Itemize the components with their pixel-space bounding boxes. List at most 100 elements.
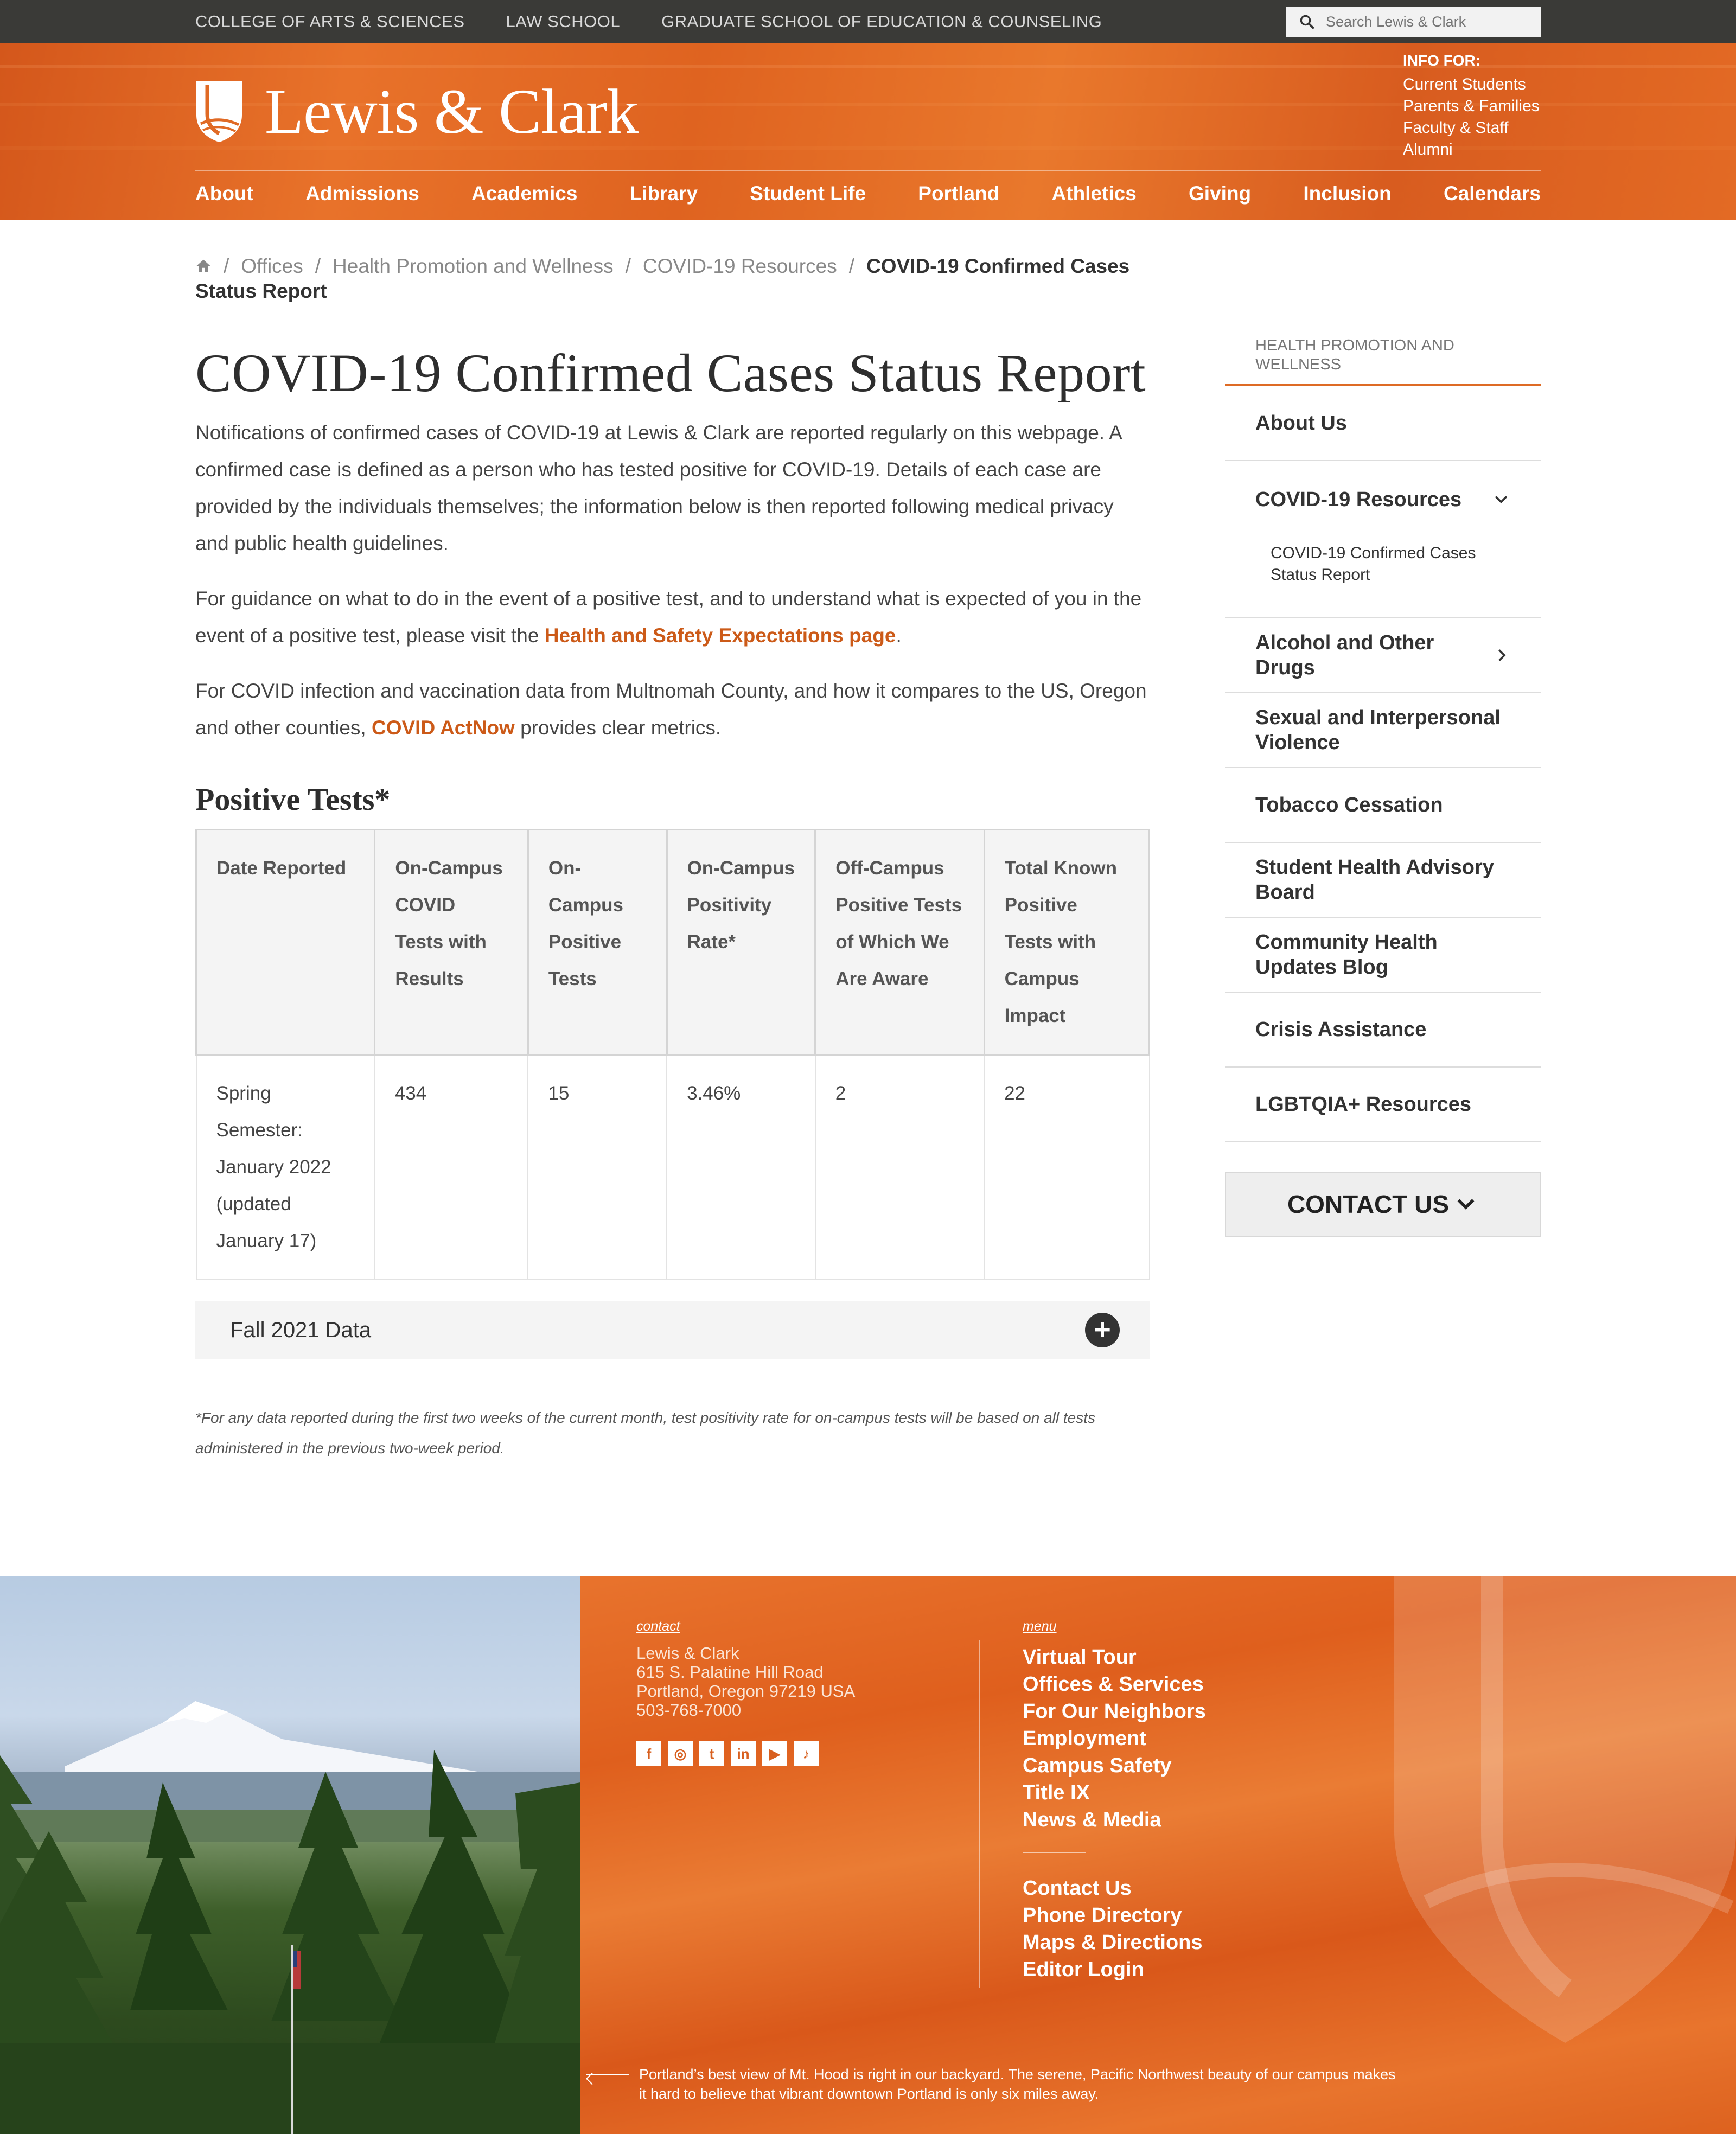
sidebar-item-advisory-board[interactable]: Student Health Advisory Board — [1225, 843, 1541, 918]
site-footer: contact Lewis & Clark 615 S. Palatine Hi… — [580, 1576, 1736, 2134]
sidebar-item-about-us[interactable]: About Us — [1225, 386, 1541, 461]
sidebar-subitem-confirmed-cases[interactable]: COVID-19 Confirmed Cases Status Report — [1255, 542, 1510, 586]
nav-calendars[interactable]: Calendars — [1444, 182, 1541, 205]
footnote: *For any data reported during the first … — [195, 1409, 1096, 1456]
positive-tests-heading: Positive Tests* — [195, 782, 391, 817]
positive-tests-table: Date Reported On-Campus COVID Tests with… — [195, 829, 1151, 1280]
mt-hood-photo — [0, 1576, 580, 2134]
cell-total-known-positive: 22 — [984, 1054, 1150, 1280]
tiktok-icon[interactable]: ♪ — [794, 1741, 819, 1766]
sidebar-item-lgbtqia-resources[interactable]: LGBTQIA+ Resources — [1225, 1068, 1541, 1142]
info-for-label: INFO FOR: — [1403, 52, 1481, 69]
nav-portland[interactable]: Portland — [918, 182, 999, 205]
footer-link-news-media[interactable]: News & Media — [1023, 1806, 1206, 1833]
info-for-faculty-staff[interactable]: Faculty & Staff — [1403, 117, 1540, 139]
sidebar-item-sexual-violence[interactable]: Sexual and Interpersonal Violence — [1225, 693, 1541, 768]
site-logo[interactable]: Lewis & Clark — [195, 75, 639, 149]
instagram-icon[interactable]: ◎ — [668, 1741, 693, 1766]
footer-link-neighbors[interactable]: For Our Neighbors — [1023, 1698, 1206, 1725]
shield-watermark-icon — [1394, 1576, 1736, 2043]
contact-us-button[interactable]: CONTACT US — [1225, 1172, 1541, 1237]
nav-library[interactable]: Library — [630, 182, 698, 205]
footer-address: Lewis & Clark 615 S. Palatine Hill Road … — [636, 1644, 855, 1720]
sidebar-item-crisis-assistance[interactable]: Crisis Assistance — [1225, 993, 1541, 1068]
site-header: Lewis & Clark INFO FOR: Current Students… — [0, 43, 1736, 220]
social-links: f ◎ t in ▶ ♪ — [636, 1741, 819, 1766]
accordion-label: Fall 2021 Data — [230, 1318, 372, 1342]
sidebar-item-label: COVID-19 Resources — [1255, 488, 1462, 511]
fall-2021-accordion[interactable]: Fall 2021 Data + — [195, 1301, 1150, 1359]
address-phone[interactable]: 503-768-7000 — [636, 1701, 855, 1720]
sidebar-item-label: Community Health Updates Blog — [1255, 931, 1438, 979]
search-input[interactable] — [1326, 13, 1521, 30]
home-icon[interactable] — [195, 258, 212, 274]
sidebar-item-label: Tobacco Cessation — [1255, 794, 1443, 816]
photo-caption: Portland’s best view of Mt. Hood is righ… — [639, 2066, 1396, 2102]
cell-on-campus-positive: 15 — [527, 1054, 668, 1280]
breadcrumb-offices[interactable]: Offices — [241, 255, 303, 277]
footer-link-virtual-tour[interactable]: Virtual Tour — [1023, 1644, 1206, 1671]
footer-link-offices-services[interactable]: Offices & Services — [1023, 1671, 1206, 1698]
footer-link-maps-directions[interactable]: Maps & Directions — [1023, 1929, 1206, 1956]
nav-about[interactable]: About — [195, 182, 253, 205]
sidebar-item-label: LGBTQIA+ Resources — [1255, 1093, 1472, 1116]
sidebar-item-community-blog[interactable]: Community Health Updates Blog — [1225, 918, 1541, 993]
covid-actnow-link[interactable]: COVID ActNow — [372, 717, 515, 739]
cell-date-reported: Spring Semester: January 2022 (updated J… — [195, 1054, 375, 1280]
nav-athletics[interactable]: Athletics — [1052, 182, 1137, 205]
footer-link-contact-us[interactable]: Contact Us — [1023, 1875, 1206, 1902]
footer-link-employment[interactable]: Employment — [1023, 1725, 1206, 1752]
breadcrumb-health-promotion[interactable]: Health Promotion and Wellness — [333, 255, 614, 277]
arrow-left-icon — [586, 2074, 629, 2075]
col-positivity-rate: On-Campus Positivity Rate* — [666, 829, 816, 1056]
col-date-reported: Date Reported — [195, 829, 376, 1056]
facebook-icon[interactable]: f — [636, 1741, 661, 1766]
info-for-parents-families[interactable]: Parents & Families — [1403, 95, 1540, 117]
footer-link-phone-directory[interactable]: Phone Directory — [1023, 1902, 1206, 1929]
info-for-alumni[interactable]: Alumni — [1403, 139, 1540, 161]
sidebar-item-label: About Us — [1255, 412, 1347, 435]
footer-link-editor-login[interactable]: Editor Login — [1023, 1956, 1206, 1983]
health-safety-link[interactable]: Health and Safety Expectations page — [545, 624, 896, 647]
logo-text: Lewis & Clark — [265, 76, 639, 147]
chevron-right-icon[interactable] — [1492, 646, 1510, 665]
nav-student-life[interactable]: Student Life — [750, 182, 866, 205]
breadcrumb: / Offices / Health Promotion and Wellness / C… — [195, 255, 1130, 302]
breadcrumb-covid-resources[interactable]: COVID-19 Resources — [643, 255, 837, 277]
footer-link-title-ix[interactable]: Title IX — [1023, 1779, 1206, 1806]
footer-divider — [979, 1640, 980, 1988]
youtube-icon[interactable]: ▶ — [762, 1741, 787, 1766]
sidebar-item-covid-resources[interactable]: COVID-19 Resources COVID-19 Confirmed Ca… — [1225, 461, 1541, 618]
plus-icon[interactable]: + — [1085, 1313, 1120, 1347]
twitter-icon[interactable]: t — [699, 1741, 724, 1766]
info-for-current-students[interactable]: Current Students — [1403, 74, 1540, 95]
sidebar-heading[interactable]: HEALTH PROMOTION AND WELLNESS — [1225, 336, 1541, 386]
col-total-known-positive: Total Known Positive Tests with Campus I… — [983, 829, 1151, 1056]
school-link-law[interactable]: LAW SCHOOL — [506, 12, 621, 31]
search-box — [1286, 7, 1541, 37]
linkedin-icon[interactable]: in — [731, 1741, 756, 1766]
chevron-down-icon[interactable] — [1492, 490, 1510, 509]
sidebar-item-label: Alcohol and Other Drugs — [1255, 631, 1434, 679]
school-link-graduate[interactable]: GRADUATE SCHOOL OF EDUCATION & COUNSELIN… — [661, 12, 1102, 31]
sidebar-item-tobacco-cessation[interactable]: Tobacco Cessation — [1225, 768, 1541, 843]
guidance-end: . — [896, 624, 902, 647]
shield-logo-icon — [196, 81, 242, 142]
address-name: Lewis & Clark — [636, 1644, 739, 1663]
footer-link-campus-safety[interactable]: Campus Safety — [1023, 1752, 1206, 1779]
school-link-arts-sciences[interactable]: COLLEGE OF ARTS & SCIENCES — [195, 12, 465, 31]
mt-hood-scene — [0, 1701, 580, 2134]
sidebar-item-label: Sexual and Interpersonal Violence — [1255, 706, 1501, 754]
address-street: 615 S. Palatine Hill Road — [636, 1663, 824, 1682]
col-on-campus-positive: On-Campus Positive Tests — [527, 829, 668, 1056]
nav-academics[interactable]: Academics — [471, 182, 577, 205]
sidebar-item-alcohol-drugs[interactable]: Alcohol and Other Drugs — [1225, 618, 1541, 693]
guidance-paragraph: For guidance on what to do in the event … — [195, 580, 1150, 654]
search-icon[interactable] — [1299, 14, 1315, 30]
county-end: provides clear metrics. — [514, 717, 722, 739]
nav-inclusion[interactable]: Inclusion — [1303, 182, 1391, 205]
nav-giving[interactable]: Giving — [1189, 182, 1251, 205]
nav-admissions[interactable]: Admissions — [305, 182, 419, 205]
intro-paragraph: Notifications of confirmed cases of COVI… — [195, 421, 1121, 554]
main-nav: About Admissions Academics Library Stude… — [195, 182, 1541, 205]
